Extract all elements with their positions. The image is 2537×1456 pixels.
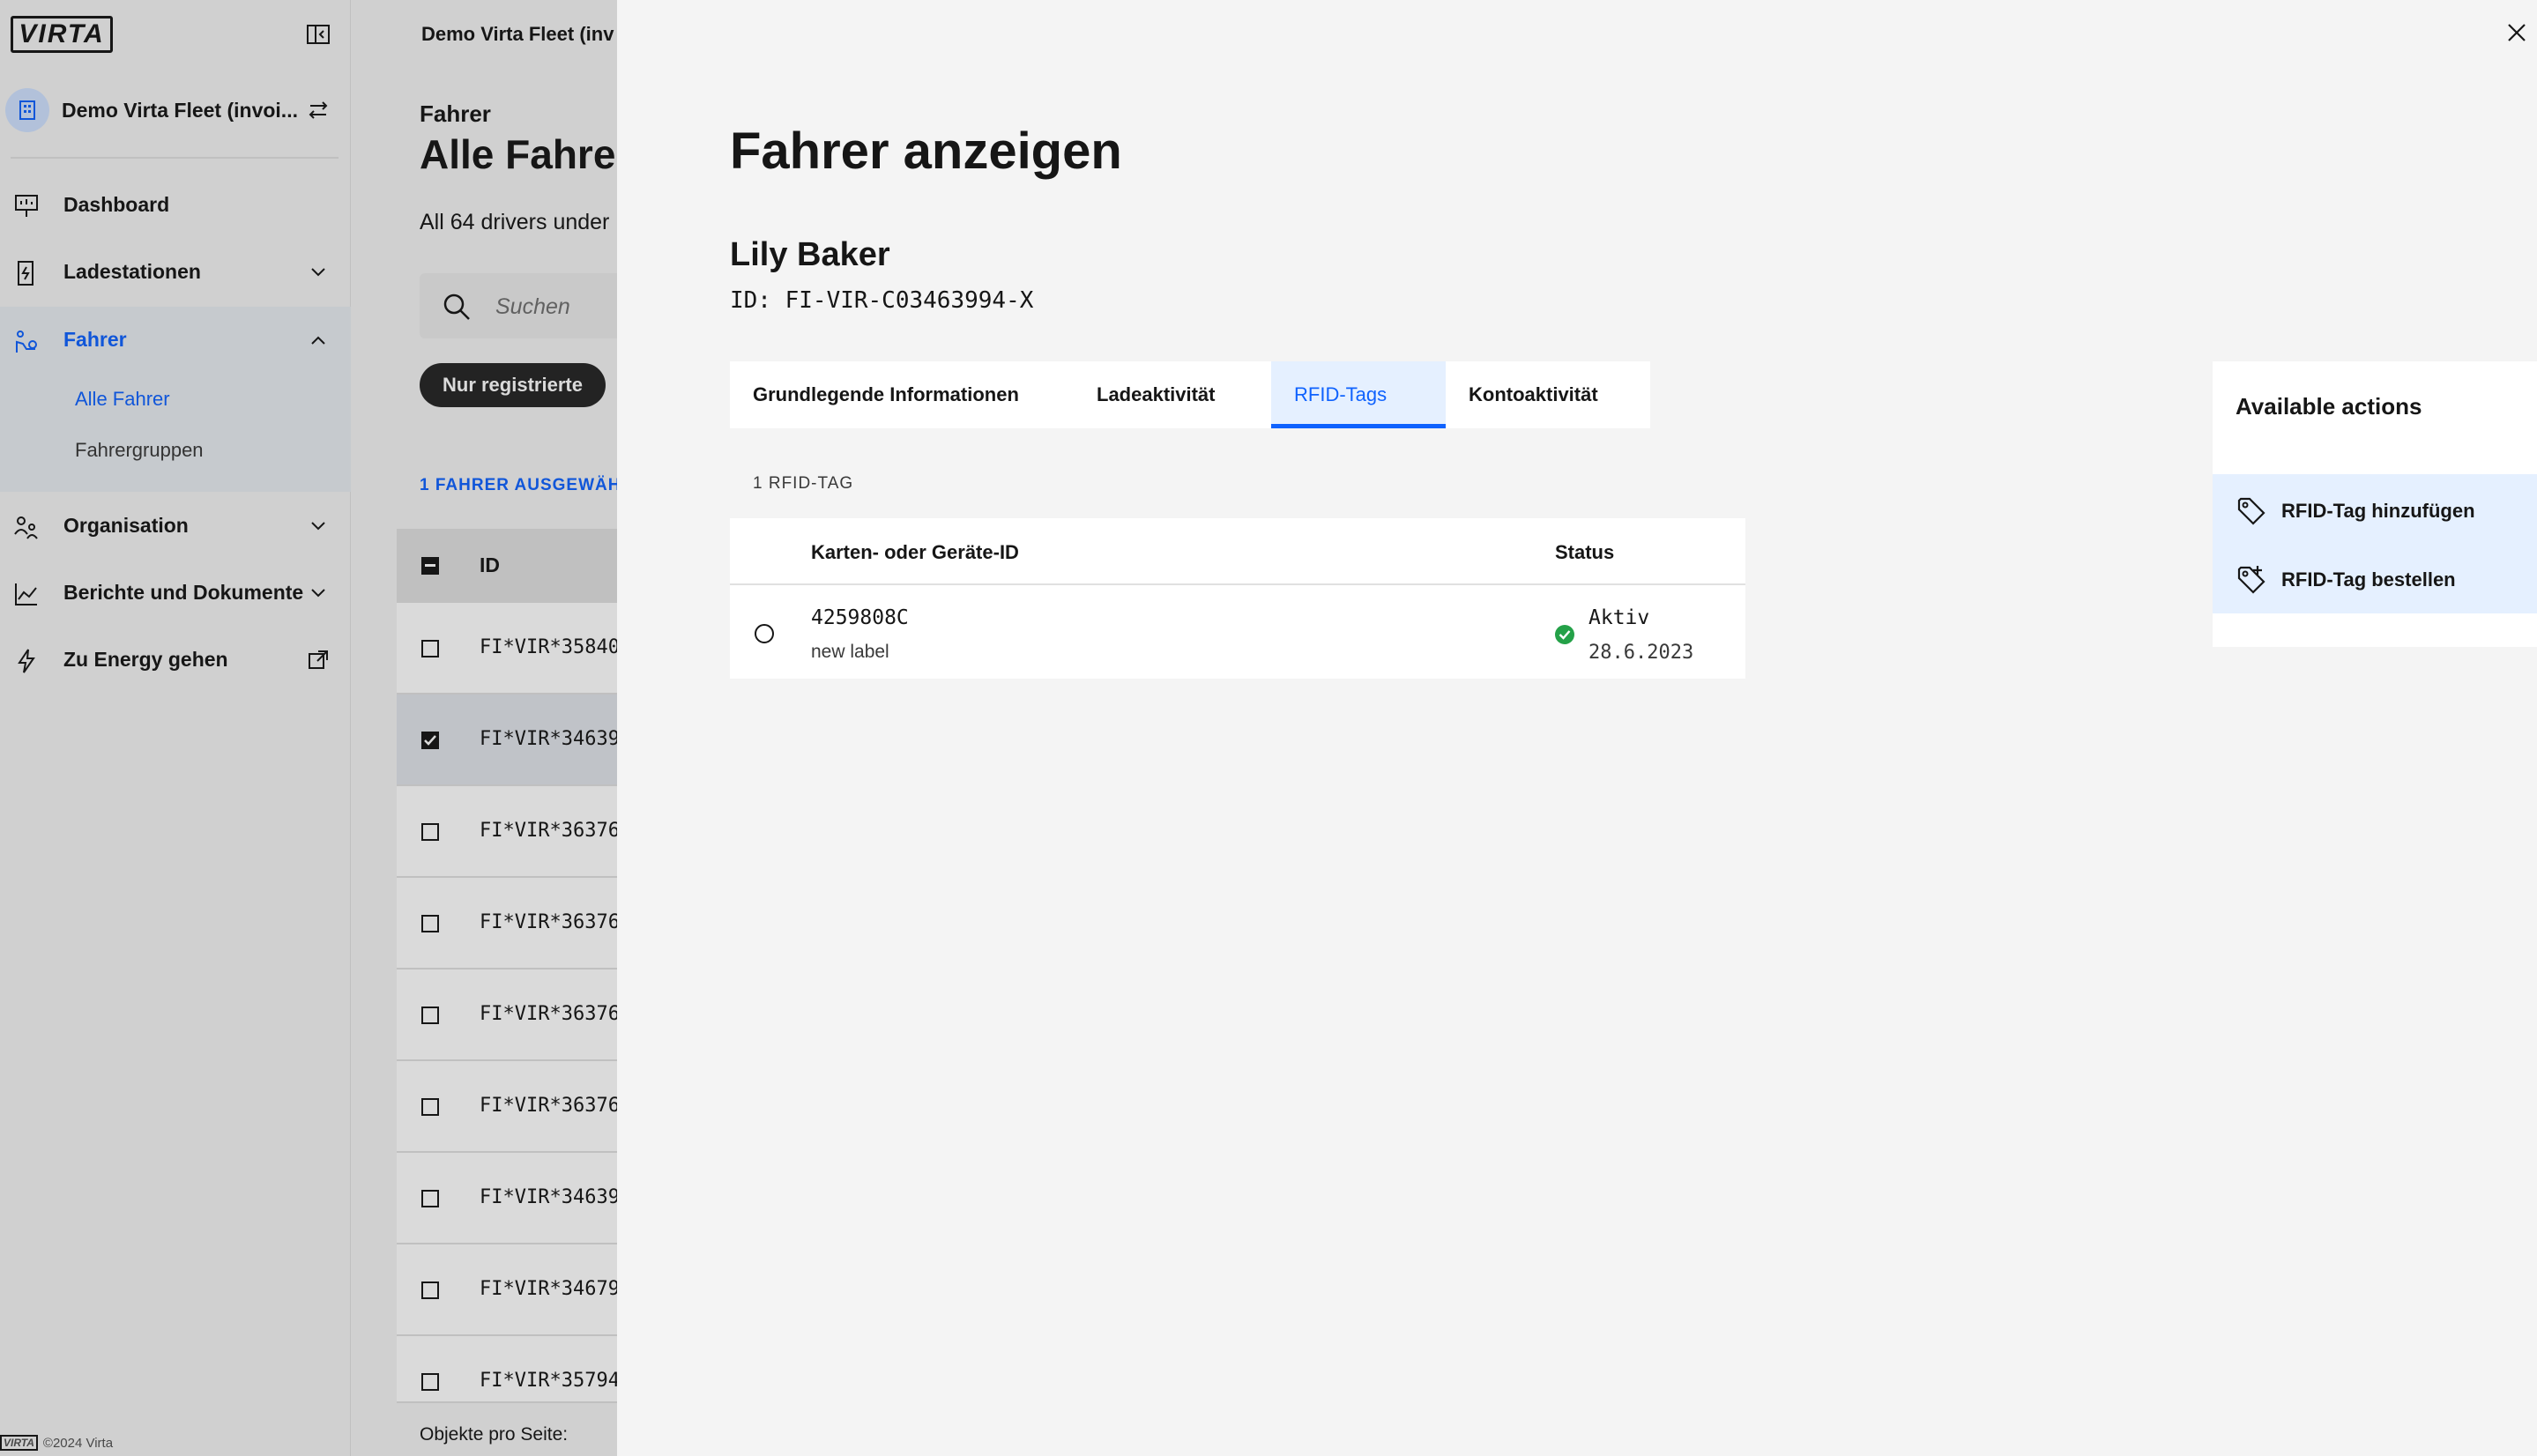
row-radio[interactable]: [755, 624, 774, 643]
actions-title: Available actions: [2236, 393, 2422, 420]
status-cell: Aktiv: [1588, 606, 1650, 629]
column-header-status[interactable]: Status: [1555, 541, 1614, 564]
action-label: RFID-Tag bestellen: [2281, 568, 2456, 591]
driver-id: ID: FI-VIR-C03463994-X: [730, 287, 1034, 314]
tab-rfid-tags[interactable]: RFID-Tags: [1271, 361, 1446, 428]
actions-list: RFID-Tag hinzufügen RFID-Tag bestellen: [2213, 474, 2537, 613]
card-label-cell: new label: [811, 642, 889, 662]
tab-kontoaktivitaet[interactable]: Kontoaktivität: [1446, 361, 1650, 428]
panel-title: Fahrer anzeigen: [730, 123, 1122, 180]
tag-icon: [2237, 497, 2265, 525]
tag-order-icon: [2237, 566, 2265, 594]
table-row[interactable]: 4259808C new label Aktiv 28.6.2023: [730, 587, 1745, 679]
driver-name: Lily Baker: [730, 236, 890, 273]
available-actions-card: Available actions RFID-Tag hinzufügen RF…: [2213, 361, 2537, 647]
rfid-count: 1 RFID-TAG: [753, 474, 854, 493]
card-id-cell: 4259808C: [811, 606, 909, 629]
column-header-card-id[interactable]: Karten- oder Geräte-ID: [811, 541, 1019, 564]
driver-detail-panel: Fahrer anzeigen Lily Baker ID: FI-VIR-C0…: [617, 0, 2537, 1456]
status-date-cell: 28.6.2023: [1588, 642, 1694, 664]
add-rfid-tag-button[interactable]: RFID-Tag hinzufügen: [2236, 492, 2537, 531]
modal-overlay[interactable]: [0, 0, 617, 1456]
check-circle-icon: [1555, 625, 1574, 644]
action-label: RFID-Tag hinzufügen: [2281, 500, 2475, 522]
close-icon[interactable]: [2504, 19, 2530, 46]
rfid-table-header: Karten- oder Geräte-ID Status: [730, 518, 1745, 585]
order-rfid-tag-button[interactable]: RFID-Tag bestellen: [2236, 561, 2537, 599]
tab-ladeaktivitaet[interactable]: Ladeaktivität: [1074, 361, 1271, 428]
detail-tabs: Grundlegende Informationen Ladeaktivität…: [730, 361, 1650, 428]
rfid-table: Karten- oder Geräte-ID Status 4259808C n…: [730, 518, 1745, 679]
tab-grundlegende-informationen[interactable]: Grundlegende Informationen: [730, 361, 1074, 428]
